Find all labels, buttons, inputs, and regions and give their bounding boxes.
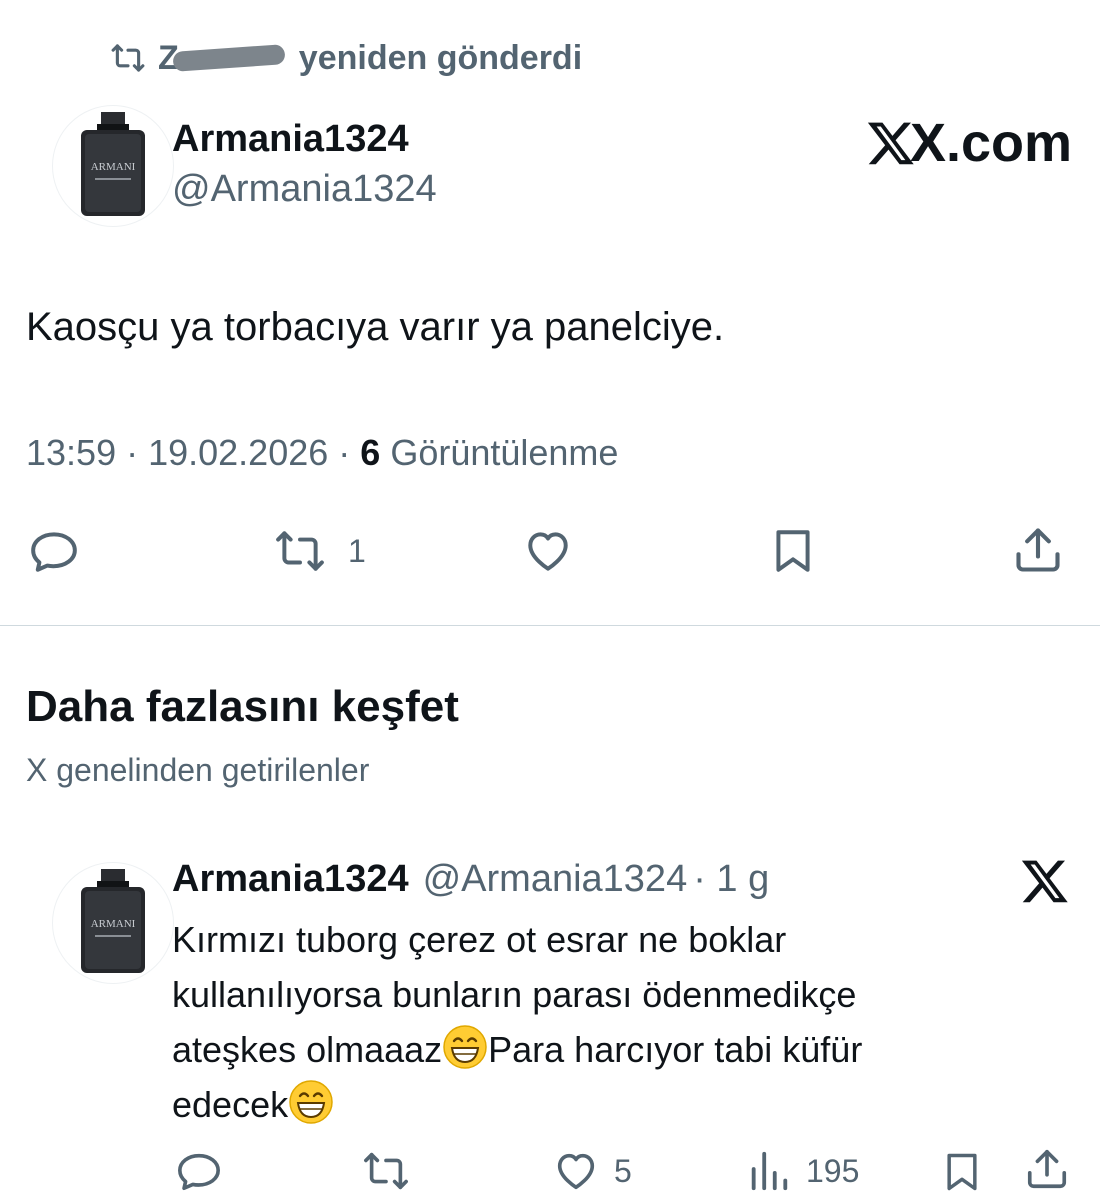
reply-button[interactable]: [26, 526, 82, 576]
tweet-time[interactable]: 13:59: [26, 432, 116, 474]
repost-count: 1: [348, 532, 366, 569]
heart-icon: [520, 526, 576, 576]
bookmark-button[interactable]: [768, 526, 818, 576]
x-logo-icon: [866, 118, 916, 168]
recommended-text-line: kullanılıyorsa bunların parası ödenmedik…: [172, 974, 857, 1015]
repost-button[interactable]: 1: [270, 526, 366, 576]
share-button[interactable]: [1012, 524, 1064, 576]
recommended-text-line: Kırmızı tuborg çerez ot esrar ne boklar: [172, 919, 787, 960]
recommended-text: Kırmızı tuborg çerez ot esrar ne boklar …: [172, 912, 1032, 1132]
recommended-like-button[interactable]: 5: [552, 1148, 632, 1194]
meta-separator: ·: [126, 432, 139, 473]
section-divider: [0, 625, 1100, 626]
reply-icon: [174, 1148, 224, 1194]
recommended-reply-button[interactable]: [174, 1148, 224, 1194]
tweet-text: Kaosçu ya torbacıya varır ya panelciye.: [26, 305, 725, 349]
recommended-views-button[interactable]: 195: [746, 1148, 859, 1194]
like-count: 5: [614, 1152, 632, 1189]
recommended-text-segment: edecek: [172, 1084, 289, 1125]
share-icon: [1012, 524, 1064, 576]
tweet-meta: 13:59 · 19.02.2026 · 6 Görüntülenme: [26, 432, 618, 474]
recommended-text-line: ateşkes olmaaaz Para harcıyor tabi küfür: [172, 1022, 1032, 1077]
recommended-author-handle[interactable]: @Armania1324: [423, 858, 688, 901]
author-avatar[interactable]: ARMANI: [52, 105, 174, 227]
views-count: 195: [806, 1152, 860, 1189]
repost-indicator: Z yeniden gönderdi: [108, 36, 582, 80]
heart-icon: [552, 1148, 600, 1194]
recommended-text-segment: Para harcıyor tabi küfür: [488, 1029, 863, 1070]
recommended-text-line: edecek: [172, 1077, 1032, 1132]
x-logo-icon: [1020, 856, 1070, 906]
site-label-text: X.com: [910, 113, 1073, 173]
grin-emoji-icon: [288, 1079, 334, 1125]
repost-label: yeniden gönderdi: [298, 38, 583, 77]
meta-separator: ·: [338, 432, 351, 473]
bookmark-icon: [940, 1150, 984, 1194]
repost-icon: [358, 1148, 414, 1194]
recommended-author-name[interactable]: Armania1324: [172, 858, 409, 901]
recommended-avatar[interactable]: ARMANI: [52, 862, 174, 984]
bookmark-icon: [768, 526, 818, 576]
views-count: 6: [360, 432, 381, 473]
recommended-repost-button[interactable]: [358, 1148, 414, 1194]
recommended-bookmark-button[interactable]: [940, 1150, 984, 1194]
grin-emoji-icon: [442, 1024, 488, 1070]
explore-title: Daha fazlasını keşfet: [26, 682, 459, 731]
tweet-date[interactable]: 19.02.2026: [148, 432, 328, 474]
recommended-header: Armania1324 @Armania1324 · 1 g: [172, 858, 769, 901]
redaction-mark: [172, 44, 286, 72]
avatar-brand-text: ARMANI: [91, 161, 136, 173]
like-button[interactable]: [520, 526, 576, 576]
avatar-brand-text: ARMANI: [91, 918, 136, 930]
recommended-age[interactable]: · 1 g: [693, 858, 769, 901]
recommended-text-segment: ateşkes olmaaaz: [172, 1029, 443, 1070]
reply-icon: [26, 526, 82, 576]
author-handle[interactable]: @Armania1324: [172, 168, 437, 211]
site-label: X.com: [866, 112, 1072, 174]
reposter-name[interactable]: Z: [158, 39, 289, 78]
share-icon: [1024, 1146, 1070, 1192]
views-label: Görüntülenme: [390, 432, 619, 473]
explore-subtitle: X genelinden getirilenler: [26, 752, 370, 788]
analytics-icon: [746, 1148, 792, 1194]
recommended-share-button[interactable]: [1024, 1146, 1070, 1192]
author-name[interactable]: Armania1324: [172, 118, 409, 161]
repost-icon: [270, 526, 330, 576]
repost-small-icon: [108, 41, 148, 75]
